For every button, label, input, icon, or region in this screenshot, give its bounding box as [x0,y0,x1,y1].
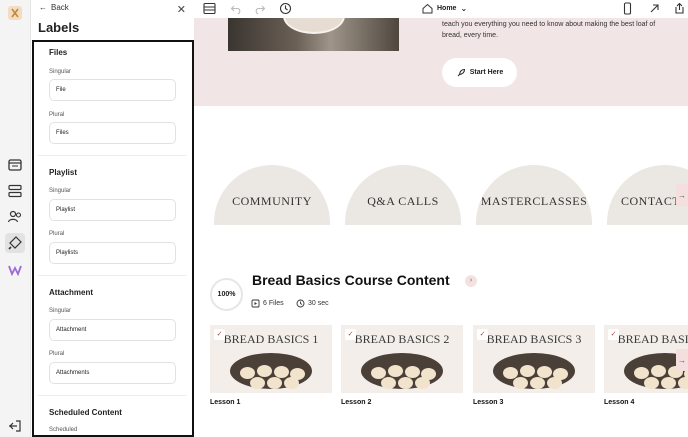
hero-text: teach you everything you need to know ab… [442,21,656,39]
close-icon[interactable]: ✕ [177,3,186,16]
files-plural-input[interactable]: Files [49,122,176,144]
field-label: Scheduled [49,427,78,433]
playlist-singular-input[interactable]: Playlist [49,199,176,221]
editor-toolbar: Home ⌄ [194,0,688,18]
files-icon [251,299,260,308]
progress-circle: 100% [210,278,243,311]
home-icon [422,3,433,14]
field-label: Singular [49,308,72,314]
completed-check-icon: ✓ [477,329,488,340]
lesson-image-text: BREAD BASICS 2 [354,332,450,346]
lesson-label: Lesson 1 [210,399,241,406]
lesson-card-3[interactable]: BREAD BASICS 3 ✓ [473,325,595,393]
hero-image [228,18,399,51]
panel-header: ← Back ✕ Labels [31,0,194,40]
lessons-next-icon[interactable]: → [676,349,688,371]
attachment-plural-input[interactable]: Attachments [49,362,176,384]
start-here-button[interactable]: Start Here [442,58,517,87]
completed-check-icon: ✓ [608,329,619,340]
app-logo-icon[interactable] [5,3,25,23]
field-label: Plural [49,351,65,357]
chevron-right-icon[interactable]: › [465,275,477,287]
lesson-image-text: BREAD BASICS 1 [223,332,319,346]
labels-scroll-area[interactable]: Files Singular File Plural Files Playlis… [32,40,194,437]
section-title-scheduled: Scheduled Content [49,408,122,417]
completed-check-icon: ✓ [345,329,356,340]
field-label: Singular [49,188,72,194]
field-label: Plural [49,231,65,237]
divider [38,395,186,396]
open-external-icon[interactable] [648,2,661,15]
icon-rail [0,0,31,437]
page-preview[interactable]: teach you everything you need to know ab… [194,18,688,437]
brand-w-icon[interactable] [5,260,25,280]
rocket-icon [457,68,465,76]
members-icon[interactable] [5,207,25,227]
carousel-next-icon[interactable]: → [676,184,688,206]
category-qa-calls[interactable]: Q&A CALLS [345,165,461,225]
attachment-singular-input[interactable]: Attachment [49,319,176,341]
section-title-files: Files [49,48,68,57]
duration-label: 30 sec [308,300,329,307]
layout-icon[interactable] [203,2,216,15]
labels-panel: ← Back ✕ Labels Files Singular File Plur… [31,0,194,437]
section-title-playlist: Playlist [49,168,78,177]
back-button[interactable]: ← Back [39,3,69,12]
duration: 30 sec [296,299,329,308]
category-masterclasses[interactable]: MASTERCLASSES [476,165,592,225]
files-count-label: 6 Files [263,300,284,307]
lesson-label: Lesson 4 [604,399,635,406]
course-title[interactable]: Bread Basics Course Content [252,272,450,288]
redo-icon[interactable] [253,2,266,15]
pages-icon[interactable] [5,155,25,175]
mobile-preview-icon[interactable] [621,2,634,15]
lesson-label: Lesson 2 [341,399,372,406]
divider [38,155,186,156]
back-label: Back [51,3,69,12]
section-title-attachment: Attachment [49,288,94,297]
hero-section: teach you everything you need to know ab… [194,18,688,106]
panel-title: Labels [38,20,80,35]
lesson-card-1[interactable]: BREAD BASICS 1 ✓ [210,325,332,393]
lesson-label: Lesson 3 [473,399,504,406]
files-count: 6 Files [251,299,284,308]
field-label: Plural [49,112,65,118]
exit-icon[interactable] [5,416,25,436]
share-icon[interactable] [673,2,686,15]
divider [38,275,186,276]
playlist-plural-input[interactable]: Playlists [49,242,176,264]
chevron-down-icon: ⌄ [460,4,468,13]
clock-icon [296,299,305,308]
back-arrow-icon: ← [39,3,47,12]
sections-icon[interactable] [5,181,25,201]
completed-check-icon: ✓ [214,329,225,340]
page-select[interactable]: Home ⌄ [422,3,467,14]
undo-icon[interactable] [230,2,243,15]
lesson-image-text: BREAD BASICS 3 [486,332,582,346]
start-here-label: Start Here [469,69,504,76]
history-icon[interactable] [279,2,292,15]
lesson-card-2[interactable]: BREAD BASICS 2 ✓ [341,325,463,393]
design-brush-icon[interactable] [5,233,25,253]
field-label: Singular [49,69,72,75]
files-singular-input[interactable]: File [49,79,176,101]
page-select-label: Home [437,5,457,12]
category-community[interactable]: COMMUNITY [214,165,330,225]
